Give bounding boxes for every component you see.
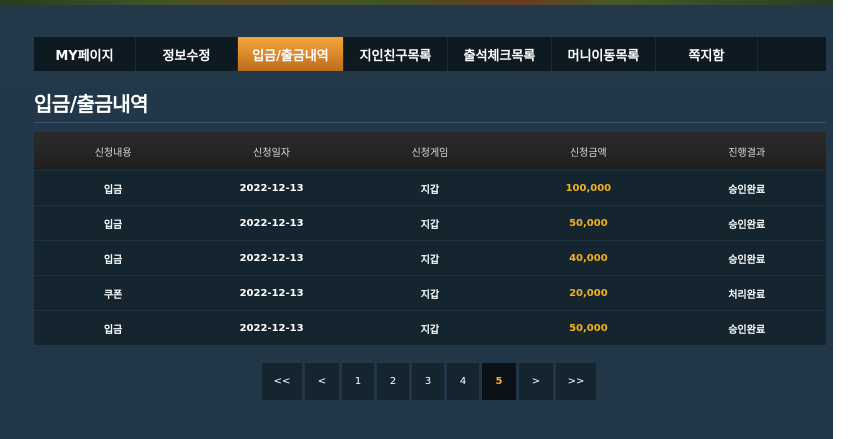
cell-result: 승인완료: [728, 324, 766, 336]
prev-page-button[interactable]: <: [305, 363, 339, 400]
cell-result: 처리완료: [728, 289, 766, 301]
cell-date: 2022-12-13: [239, 217, 304, 229]
tab-mypage[interactable]: MY페이지: [34, 37, 136, 71]
first-page-button[interactable]: <<: [262, 363, 302, 400]
title-divider: [34, 122, 826, 123]
last-page-button[interactable]: >>: [556, 363, 596, 400]
header-game: 신청게임: [411, 147, 449, 159]
cell-result: 승인완료: [728, 254, 766, 266]
page-3-button[interactable]: 3: [412, 363, 444, 400]
tab-deposit-withdraw[interactable]: 입금/출금내역: [238, 37, 344, 71]
table-row: 쿠폰 2022-12-13 지갑 20,000 처리완료: [34, 275, 826, 310]
table-row: 입금 2022-12-13 지갑 50,000 승인완료: [34, 205, 826, 240]
page-5-button[interactable]: 5: [482, 363, 516, 400]
cell-game: 지갑: [420, 219, 440, 231]
page-2-button[interactable]: 2: [377, 363, 409, 400]
header-amount: 신청금액: [569, 147, 607, 159]
cell-amount: 20,000: [569, 287, 608, 299]
cell-type: 입금: [103, 219, 123, 231]
pagination: << < 1 2 3 4 5 > >>: [262, 363, 596, 400]
history-table: 신청내용 신청일자 신청게임 신청금액 진행결과 입금 2022-12-13 지…: [34, 132, 826, 345]
cell-result: 승인완료: [728, 184, 766, 196]
page-margin: [833, 0, 850, 439]
cell-type: 입금: [103, 184, 123, 196]
cell-game: 지갑: [420, 289, 440, 301]
page-4-button[interactable]: 4: [447, 363, 479, 400]
cell-date: 2022-12-13: [239, 182, 304, 194]
cell-amount: 40,000: [569, 252, 608, 264]
cell-amount: 50,000: [569, 322, 608, 334]
tab-bar: MY페이지 정보수정 입금/출금내역 지인친구목록 출석체크목록 머니이동목록 …: [34, 37, 826, 71]
table-row: 입금 2022-12-13 지갑 100,000 승인완료: [34, 170, 826, 205]
table-row: 입금 2022-12-13 지갑 50,000 승인완료: [34, 310, 826, 345]
header-result: 진행결과: [728, 147, 766, 159]
table-header: 신청내용 신청일자 신청게임 신청금액 진행결과: [34, 132, 826, 170]
cell-type: 쿠폰: [103, 289, 123, 301]
cell-date: 2022-12-13: [239, 287, 304, 299]
tab-edit-info[interactable]: 정보수정: [136, 37, 238, 71]
tab-friends[interactable]: 지인친구목록: [344, 37, 448, 71]
header-type: 신청내용: [94, 147, 132, 159]
cell-game: 지갑: [420, 254, 440, 266]
table-row: 입금 2022-12-13 지갑 40,000 승인완료: [34, 240, 826, 275]
cell-type: 입금: [103, 324, 123, 336]
cell-date: 2022-12-13: [239, 252, 304, 264]
cell-type: 입금: [103, 254, 123, 266]
cell-amount: 50,000: [569, 217, 608, 229]
cell-amount: 100,000: [565, 182, 612, 194]
header-date: 신청일자: [253, 147, 290, 159]
banner-strip: [0, 0, 833, 5]
page-1-button[interactable]: 1: [342, 363, 374, 400]
tab-attendance[interactable]: 출석체크목록: [448, 37, 552, 71]
cell-game: 지갑: [420, 324, 440, 336]
cell-date: 2022-12-13: [239, 322, 304, 334]
cell-game: 지갑: [420, 184, 440, 196]
cell-result: 승인완료: [728, 219, 766, 231]
tab-money-transfer[interactable]: 머니이동목록: [552, 37, 656, 71]
next-page-button[interactable]: >: [519, 363, 553, 400]
page-title: 입금/출금내역: [34, 92, 149, 116]
content-panel: MY페이지 정보수정 입금/출금내역 지인친구목록 출석체크목록 머니이동목록 …: [0, 0, 833, 439]
tab-messages[interactable]: 쪽지함: [656, 37, 758, 71]
